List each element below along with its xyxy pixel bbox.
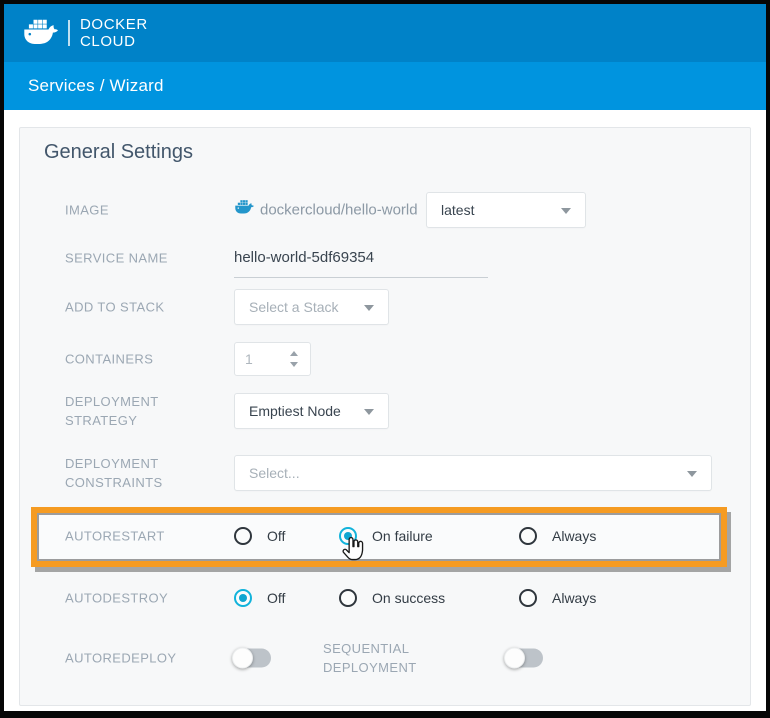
- docker-cloud-wizard-screen: DOCKER CLOUD Services / Wizard General S…: [0, 0, 770, 718]
- deployment-strategy-select[interactable]: Emptiest Node: [234, 393, 389, 429]
- containers-value: 1: [245, 351, 253, 367]
- containers-label: CONTAINERS: [65, 352, 153, 367]
- radio-always[interactable]: [519, 527, 537, 545]
- image-label: IMAGE: [65, 203, 109, 218]
- docker-whale-icon: [234, 200, 255, 221]
- service-name-label: SERVICE NAME: [65, 251, 168, 266]
- radio-on-success[interactable]: [339, 589, 357, 607]
- containers-stepper[interactable]: 1: [234, 342, 311, 376]
- autorestart-option-always[interactable]: Always: [519, 525, 596, 547]
- panel-title: General Settings: [44, 141, 193, 164]
- radio-off[interactable]: [234, 589, 252, 607]
- deployment-strategy-label: DEPLOYMENT STRATEGY: [65, 392, 159, 430]
- toggle-knob: [232, 648, 253, 669]
- autodestroy-option-always[interactable]: Always: [519, 587, 596, 609]
- image-name-text: dockercloud/hello-world: [260, 202, 418, 219]
- top-app-bar: DOCKER CLOUD: [4, 4, 766, 62]
- stepper-down-icon[interactable]: [290, 362, 298, 367]
- brand-divider: [68, 20, 70, 46]
- radio-off-label[interactable]: Off: [267, 528, 285, 544]
- autodestroy-option-on-success[interactable]: On success: [339, 587, 445, 609]
- deployment-constraints-label: DEPLOYMENT CONSTRAINTS: [65, 454, 163, 492]
- autorestart-option-off[interactable]: Off: [234, 525, 285, 547]
- radio-on-failure-label[interactable]: On failure: [372, 528, 433, 544]
- autoredeploy-label: AUTOREDEPLOY: [65, 651, 176, 666]
- service-name-value: hello-world-5df69354: [234, 249, 374, 266]
- docker-whale-logo: [22, 18, 60, 48]
- breadcrumb[interactable]: Services / Wizard: [28, 76, 164, 96]
- service-name-input[interactable]: hello-world-5df69354: [234, 238, 488, 278]
- add-to-stack-label: ADD TO STACK: [65, 300, 164, 315]
- autorestart-option-on-failure[interactable]: On failure: [339, 525, 433, 547]
- chevron-down-icon: [364, 409, 374, 415]
- general-settings-panel: General Settings IMAGE: [19, 127, 751, 706]
- radio-on-success-label[interactable]: On success: [372, 590, 445, 606]
- breadcrumb-bar: Services / Wizard: [4, 62, 766, 110]
- autorestart-label: AUTORESTART: [65, 529, 165, 544]
- radio-off-label[interactable]: Off: [267, 590, 285, 606]
- chevron-down-icon: [561, 208, 571, 214]
- deployment-constraints-select[interactable]: Select...: [234, 455, 712, 491]
- deployment-strategy-value: Emptiest Node: [249, 403, 341, 419]
- autodestroy-label: AUTODESTROY: [65, 591, 168, 606]
- toggle-knob: [504, 648, 525, 669]
- radio-on-failure[interactable]: [339, 527, 357, 545]
- stack-select[interactable]: Select a Stack: [234, 289, 389, 325]
- radio-always-label[interactable]: Always: [552, 528, 596, 544]
- radio-always-label[interactable]: Always: [552, 590, 596, 606]
- stack-select-placeholder: Select a Stack: [249, 299, 339, 315]
- radio-always[interactable]: [519, 589, 537, 607]
- deployment-constraints-placeholder: Select...: [249, 465, 300, 481]
- image-tag-value: latest: [441, 202, 474, 218]
- sequential-deployment-toggle[interactable]: [506, 649, 543, 668]
- radio-off[interactable]: [234, 527, 252, 545]
- image-tag-select[interactable]: latest: [426, 192, 586, 228]
- chevron-down-icon: [687, 471, 697, 477]
- brand-home-link[interactable]: DOCKER CLOUD: [22, 9, 148, 57]
- autodestroy-option-off[interactable]: Off: [234, 587, 285, 609]
- autoredeploy-toggle[interactable]: [234, 649, 271, 668]
- sequential-deployment-label: SEQUENTIAL DEPLOYMENT: [323, 639, 417, 677]
- chevron-down-icon: [364, 305, 374, 311]
- stepper-up-icon[interactable]: [290, 351, 298, 356]
- brand-wordmark: DOCKER CLOUD: [80, 16, 148, 50]
